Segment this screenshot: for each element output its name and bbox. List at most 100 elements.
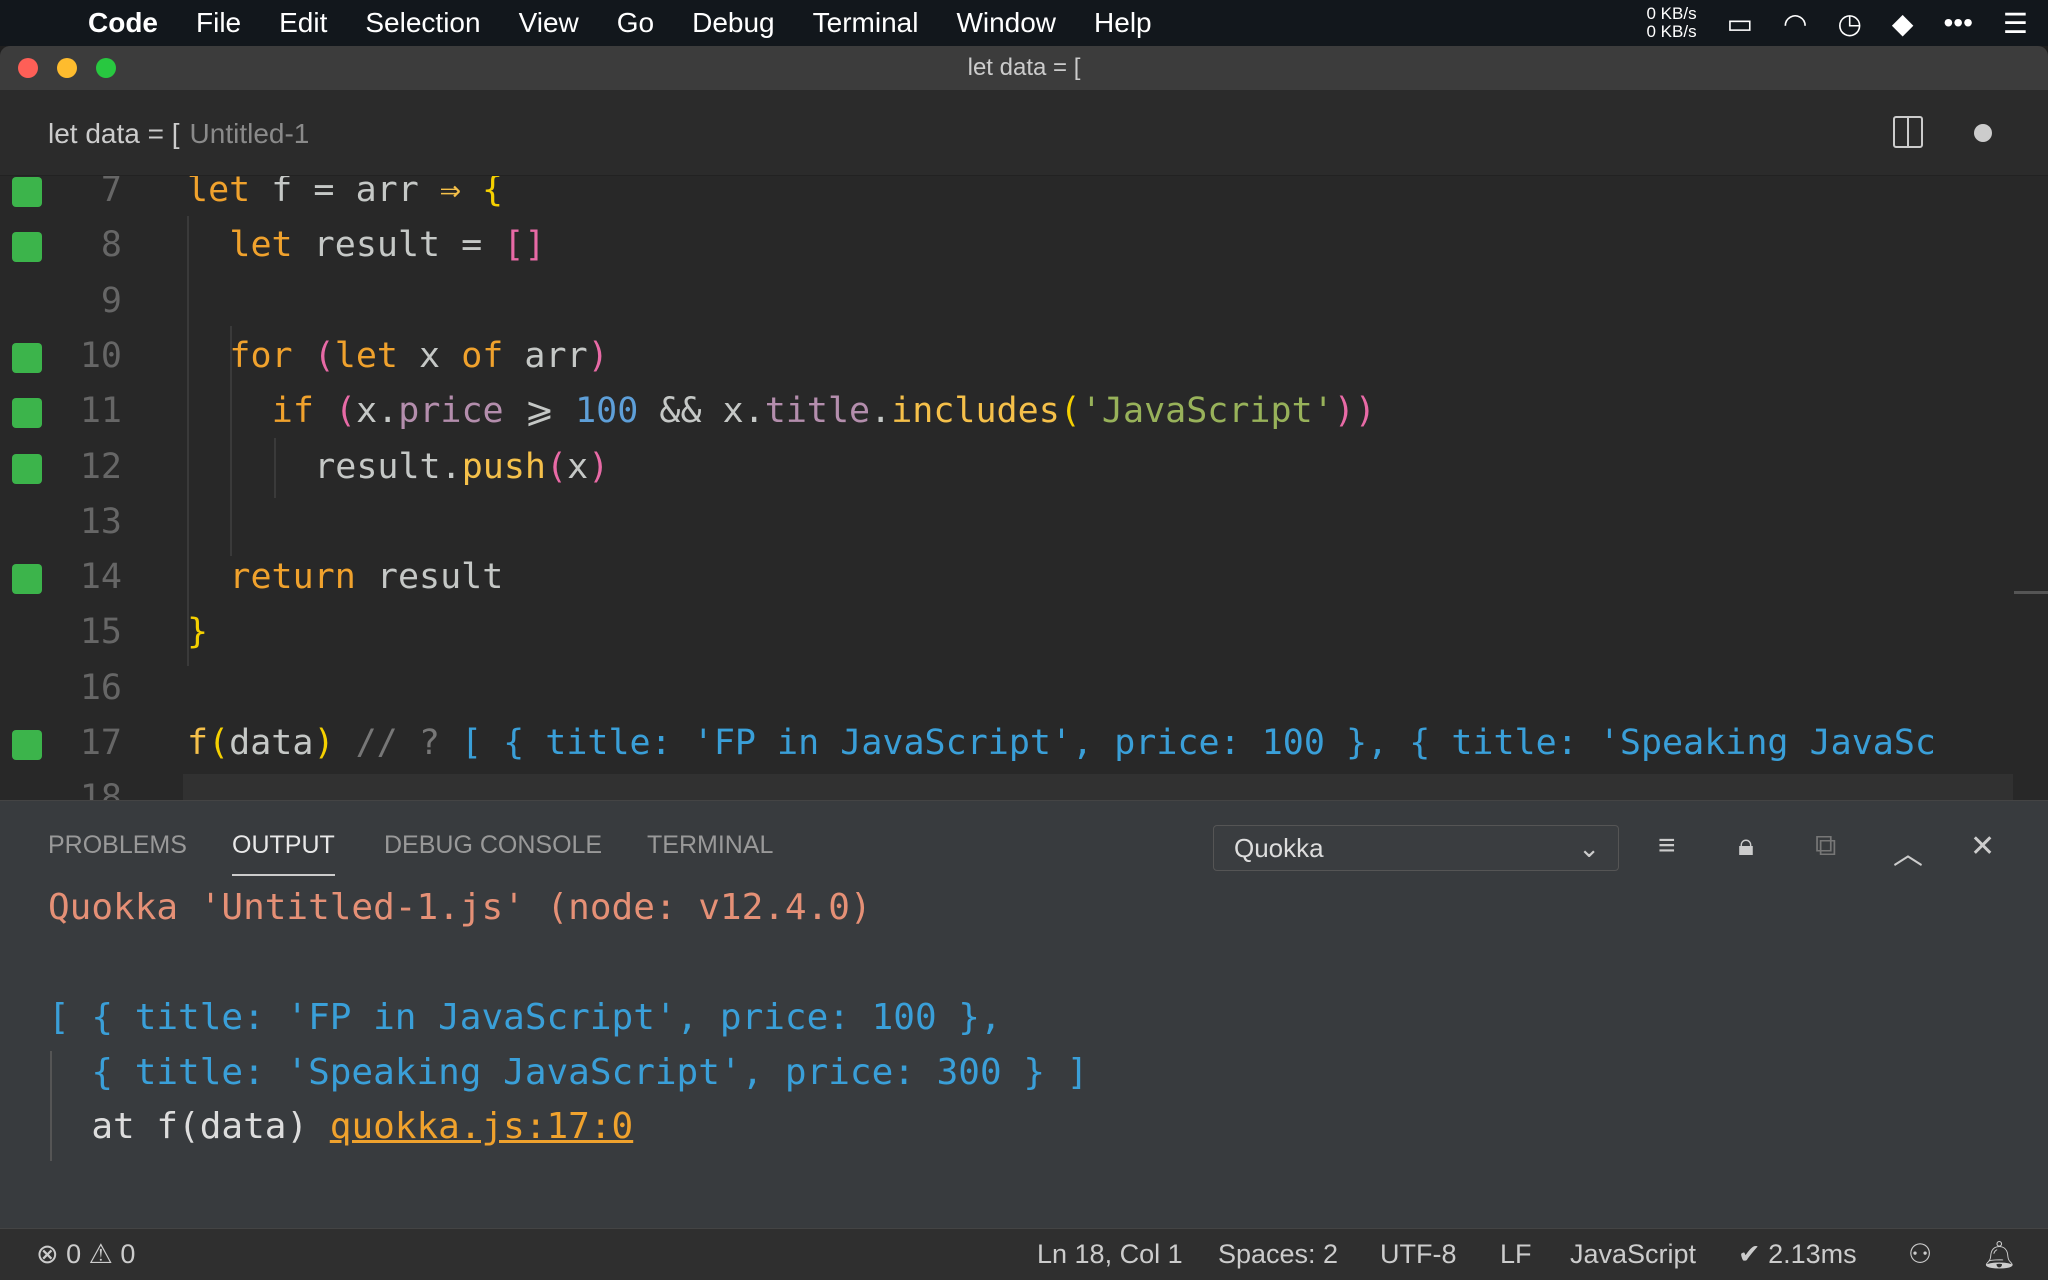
token: // ? <box>334 723 461 763</box>
coverage-indicator <box>12 177 42 207</box>
more-icon[interactable]: ••• <box>1943 7 1972 39</box>
source-link[interactable]: quokka.js:17:0 <box>330 1106 633 1147</box>
close-window-button[interactable] <box>18 58 38 78</box>
tab-debug-console[interactable]: DEBUG CONSOLE <box>384 831 602 860</box>
code-editor[interactable]: 7 let f = arr ⇒ {8 let result = [] 9 10 for (… <box>0 176 2048 800</box>
token: } <box>187 612 209 653</box>
token: let <box>229 225 293 266</box>
code-line[interactable]: 14 return result <box>0 550 2048 605</box>
code-text: f(data) // ? [ { title: 'FP in JavaScrip… <box>187 716 1936 771</box>
line-number: 7 <box>100 176 122 210</box>
editor-tab[interactable]: let data = [Untitled-1 <box>48 118 309 150</box>
menu-app[interactable]: Code <box>88 7 158 39</box>
menu-edit[interactable]: Edit <box>279 7 327 39</box>
indentation[interactable]: Spaces: 2 <box>1218 1239 1338 1270</box>
problems-status[interactable]: ⊗ 0 ⚠ 0 <box>36 1239 135 1270</box>
bell-icon[interactable]: 🔔︎ <box>1982 1239 2016 1271</box>
feedback-icon[interactable]: ⚇ <box>1908 1239 1932 1270</box>
output-guide <box>50 1051 52 1161</box>
coverage-indicator <box>12 564 42 595</box>
code-line[interactable]: 10 for (let x of arr) <box>0 329 2048 384</box>
battery-icon[interactable]: ▭ <box>1727 7 1753 40</box>
code-line[interactable]: 15} <box>0 605 2048 660</box>
menu-help[interactable]: Help <box>1094 7 1152 39</box>
token: let <box>187 176 251 210</box>
token: x. <box>356 391 399 432</box>
open-log-icon[interactable]: ⧉ <box>1815 829 1836 863</box>
menu-window[interactable]: Window <box>956 7 1056 39</box>
clear-output-icon[interactable]: ≡ <box>1658 829 1676 863</box>
token: let <box>334 335 398 376</box>
token: ( <box>208 723 230 763</box>
coverage-indicator <box>12 453 42 484</box>
line-number: 15 <box>79 612 122 653</box>
menu-bar: Code File Edit Selection View Go Debug T… <box>0 0 2048 46</box>
zoom-window-button[interactable] <box>96 58 116 78</box>
coverage-indicator <box>12 342 42 373</box>
code-line[interactable]: 18 <box>0 771 2048 800</box>
line-ending[interactable]: LF <box>1500 1239 1532 1270</box>
tab-problems[interactable]: PROBLEMS <box>48 831 187 860</box>
token: ( <box>1059 391 1081 432</box>
cursor-position[interactable]: Ln 18, Col 1 <box>1037 1239 1183 1270</box>
network-monitor[interactable]: 0 KB/s 0 KB/s <box>1646 5 1696 41</box>
code-line[interactable]: 13 <box>0 495 2048 550</box>
code-line[interactable]: 17 f(data) // ? [ { title: 'FP in JavaScr… <box>0 716 2048 771</box>
tab-terminal[interactable]: TERMINAL <box>647 831 773 860</box>
token: ) <box>588 446 610 487</box>
token: ) <box>587 335 609 376</box>
menu-go[interactable]: Go <box>617 7 654 39</box>
code-line[interactable]: 16 <box>0 661 2048 716</box>
code-text: result.push(x) <box>314 440 609 495</box>
code-line[interactable]: 7 let f = arr ⇒ { <box>0 176 2048 218</box>
token: ( <box>313 335 335 376</box>
language-mode[interactable]: JavaScript <box>1570 1239 1696 1270</box>
wifi-icon[interactable]: ◠ <box>1783 7 1807 40</box>
output-channel-select[interactable]: Quokka ⌄ <box>1213 825 1619 871</box>
token: result. <box>314 446 462 487</box>
code-text: return result <box>229 550 503 605</box>
token: data <box>229 723 314 763</box>
line-number: 18 <box>79 778 122 800</box>
tab-output[interactable]: OUTPUT <box>232 831 335 876</box>
code-line[interactable]: 8 let result = [] <box>0 218 2048 273</box>
menu-debug[interactable]: Debug <box>692 7 775 39</box>
tab-bar: let data = [Untitled-1 <box>0 90 2048 176</box>
minimize-window-button[interactable] <box>57 58 77 78</box>
token: push <box>461 446 546 487</box>
unsaved-dot-icon[interactable] <box>1974 124 1992 142</box>
output-location: at f(data) quokka.js:17:0 <box>48 1106 634 1147</box>
code-line[interactable]: 9 <box>0 274 2048 329</box>
coverage-indicator <box>12 232 42 263</box>
token: f = arr <box>250 176 440 210</box>
token: f <box>187 723 209 763</box>
token: x <box>567 446 589 487</box>
app-status-icon[interactable]: ◆ <box>1892 7 1914 40</box>
quokka-header: Quokka 'Untitled-1.js' (node: v12.4.0) <box>48 887 872 928</box>
close-panel-icon[interactable]: ✕ <box>1970 829 1995 864</box>
clock-icon[interactable]: ◷ <box>1837 7 1861 40</box>
status-bar: ⊗ 0 ⚠ 0 Ln 18, Col 1 Spaces: 2 UTF-8 LF … <box>0 1228 2048 1280</box>
token: ) <box>313 723 335 763</box>
menu-selection[interactable]: Selection <box>365 7 480 39</box>
output-line: [ { title: 'FP in JavaScript', price: 10… <box>48 997 1002 1038</box>
quokka-timing[interactable]: ✔ 2.13ms <box>1738 1239 1857 1270</box>
code-line[interactable]: 12 result.push(x) <box>0 440 2048 495</box>
maximize-panel-icon[interactable]: ︿ <box>1893 829 1923 873</box>
title-bar: let data = [ <box>0 46 2048 90</box>
menu-terminal[interactable]: Terminal <box>813 7 919 39</box>
code-text: for (let x of arr) <box>229 329 608 384</box>
code-line[interactable]: 11 if (x.price ⩾ 100 && x.title.includes(… <box>0 384 2048 439</box>
encoding[interactable]: UTF-8 <box>1380 1239 1457 1270</box>
token: . <box>870 391 892 432</box>
menu-view[interactable]: View <box>519 7 579 39</box>
split-editor-icon[interactable] <box>1893 116 1923 148</box>
line-number: 11 <box>79 391 122 432</box>
list-icon[interactable]: ☰ <box>2003 7 2028 40</box>
menu-file[interactable]: File <box>196 7 241 39</box>
lock-icon[interactable]: 🔒︎ <box>1738 829 1754 863</box>
vscode-window: let data = [ let data = [Untitled-1 7 let… <box>0 46 2048 1280</box>
token: 'JavaScript' <box>1080 391 1334 432</box>
coverage-indicator <box>12 730 42 760</box>
